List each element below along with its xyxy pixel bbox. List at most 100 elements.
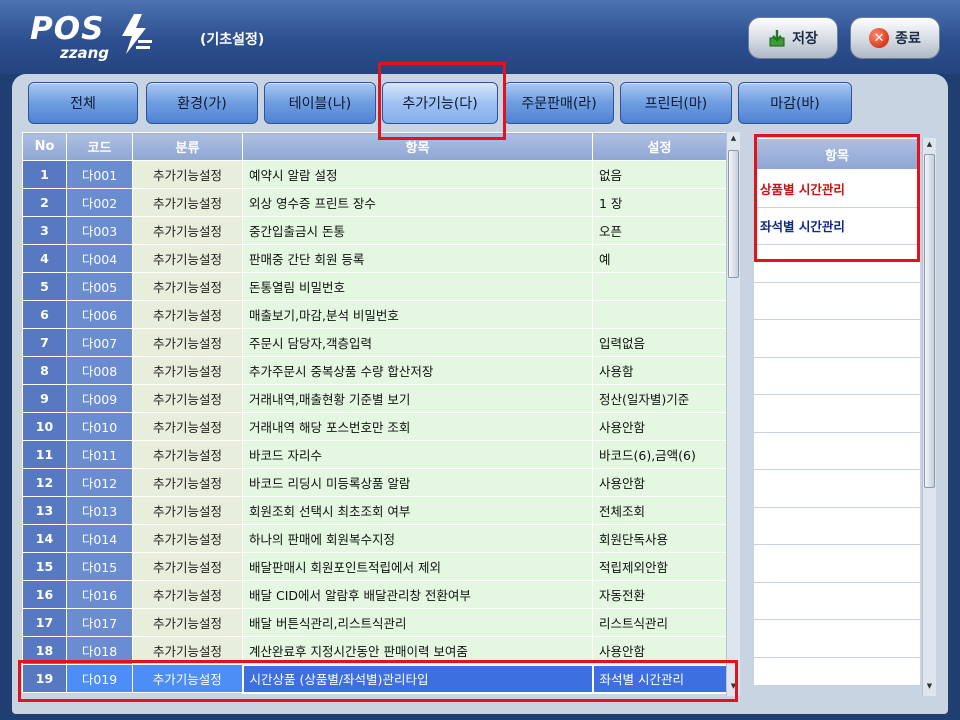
cell-category[interactable]: 추가기능설정 — [132, 496, 243, 525]
table-row[interactable]: 6 다006 추가기능설정 매출보기,마감,분석 비밀번호 — [22, 300, 727, 329]
cell-category[interactable]: 추가기능설정 — [132, 440, 243, 469]
table-row[interactable]: 11 다011 추가기능설정 바코드 자리수 바코드(6),금액(6) — [22, 440, 727, 469]
scroll-up-arrow-icon[interactable]: ▲ — [923, 140, 936, 152]
table-row[interactable]: 18 다018 추가기능설정 계산완료후 지정시간동안 판매이력 보여줌 사용안함 — [22, 636, 727, 665]
table-row[interactable]: 19 다019 추가기능설정 시간상품 (상품별/좌석별)관리타입 좌석별 시간관리 — [22, 663, 728, 694]
cell-category[interactable]: 추가기능설정 — [132, 580, 243, 609]
cell-item[interactable]: 예약시 알람 설정 — [242, 160, 593, 189]
cell-item[interactable]: 추가주문시 중복상품 수량 합산저장 — [242, 356, 593, 385]
option-list-scrollbar[interactable]: ▲ ▼ — [922, 138, 936, 696]
option-item-empty[interactable] — [754, 432, 920, 470]
cell-category[interactable]: 추가기능설정 — [132, 244, 243, 273]
cell-code[interactable]: 다011 — [66, 440, 133, 469]
cell-setting[interactable]: 입력없음 — [592, 328, 727, 357]
table-scrollbar[interactable]: ▲ ▼ — [726, 132, 740, 696]
cell-code[interactable]: 다013 — [66, 496, 133, 525]
cell-no[interactable]: 7 — [22, 328, 67, 357]
cell-no[interactable]: 4 — [22, 244, 67, 273]
cell-category[interactable]: 추가기능설정 — [132, 664, 243, 693]
cell-code[interactable]: 다003 — [66, 216, 133, 245]
cell-setting[interactable]: 오픈 — [592, 216, 727, 245]
cell-no[interactable]: 6 — [22, 300, 67, 329]
cell-item[interactable]: 바코드 리딩시 미등록상품 알람 — [242, 468, 593, 497]
cell-no[interactable]: 15 — [22, 552, 67, 581]
cell-no[interactable]: 19 — [22, 664, 67, 693]
cell-no[interactable]: 8 — [22, 356, 67, 385]
cell-setting[interactable]: 사용안함 — [592, 636, 727, 665]
option-item-product-time[interactable]: 상품별 시간관리 — [754, 170, 920, 208]
cell-no[interactable]: 11 — [22, 440, 67, 469]
cell-item[interactable]: 거래내역 해당 포스번호만 조회 — [242, 412, 593, 441]
cell-code[interactable]: 다017 — [66, 608, 133, 637]
cell-item[interactable]: 하나의 판매에 회원복수지정 — [242, 524, 593, 553]
cell-category[interactable]: 추가기능설정 — [132, 300, 243, 329]
table-scrollbar-thumb[interactable] — [728, 150, 739, 278]
cell-code[interactable]: 다015 — [66, 552, 133, 581]
cell-item[interactable]: 배달판매시 회원포인트적립에서 제외 — [242, 552, 593, 581]
cell-category[interactable]: 추가기능설정 — [132, 636, 243, 665]
save-button[interactable]: 저장 — [748, 17, 838, 59]
cell-category[interactable]: 추가기능설정 — [132, 188, 243, 217]
cell-item[interactable]: 주문시 담당자,객층입력 — [242, 328, 593, 357]
tab-additional-features[interactable]: 추가기능(다) — [382, 82, 498, 124]
cell-no[interactable]: 9 — [22, 384, 67, 413]
column-header-category[interactable]: 분류 — [132, 132, 243, 161]
option-item-empty[interactable] — [754, 582, 920, 620]
cell-setting[interactable]: 좌석별 시간관리 — [591, 663, 728, 694]
cell-no[interactable]: 14 — [22, 524, 67, 553]
cell-code[interactable]: 다019 — [66, 664, 133, 693]
table-row[interactable]: 4 다004 추가기능설정 판매중 간단 회원 등록 예 — [22, 244, 727, 273]
cell-setting[interactable]: 바코드(6),금액(6) — [592, 440, 727, 469]
cell-code[interactable]: 다001 — [66, 160, 133, 189]
option-item-empty[interactable] — [754, 545, 920, 583]
scroll-down-arrow-icon[interactable]: ▼ — [923, 682, 936, 694]
cell-setting[interactable]: 적립제외안함 — [592, 552, 727, 581]
column-header-no[interactable]: No — [22, 132, 67, 161]
cell-category[interactable]: 추가기능설정 — [132, 328, 243, 357]
column-header-code[interactable]: 코드 — [66, 132, 133, 161]
cell-code[interactable]: 다018 — [66, 636, 133, 665]
cell-setting[interactable]: 1 장 — [592, 188, 727, 217]
cell-code[interactable]: 다009 — [66, 384, 133, 413]
option-item-empty[interactable] — [754, 395, 920, 433]
table-row[interactable]: 5 다005 추가기능설정 돈통열림 비밀번호 — [22, 272, 727, 301]
cell-no[interactable]: 10 — [22, 412, 67, 441]
cell-no[interactable]: 2 — [22, 188, 67, 217]
table-row[interactable]: 7 다007 추가기능설정 주문시 담당자,객층입력 입력없음 — [22, 328, 727, 357]
option-item-empty[interactable] — [754, 620, 920, 658]
cell-no[interactable]: 3 — [22, 216, 67, 245]
table-row[interactable]: 2 다002 추가기능설정 외상 영수증 프린트 장수 1 장 — [22, 188, 727, 217]
cell-item[interactable]: 외상 영수증 프린트 장수 — [242, 188, 593, 217]
cell-item[interactable]: 회원조회 선택시 최초조회 여부 — [242, 496, 593, 525]
cell-setting[interactable]: 사용함 — [592, 356, 727, 385]
cell-no[interactable]: 5 — [22, 272, 67, 301]
table-row[interactable]: 13 다013 추가기능설정 회원조회 선택시 최초조회 여부 전체조회 — [22, 496, 727, 525]
cell-code[interactable]: 다006 — [66, 300, 133, 329]
cell-category[interactable]: 추가기능설정 — [132, 524, 243, 553]
cell-code[interactable]: 다007 — [66, 328, 133, 357]
cell-code[interactable]: 다012 — [66, 468, 133, 497]
cell-setting[interactable]: 정산(일자별)기준 — [592, 384, 727, 413]
cell-setting[interactable] — [592, 272, 727, 301]
option-item-empty[interactable] — [754, 470, 920, 508]
tab-environment[interactable]: 환경(가) — [146, 82, 258, 124]
cell-setting[interactable] — [592, 300, 727, 329]
table-row[interactable]: 16 다016 추가기능설정 배달 CID에서 알람후 배달관리창 전환여부 자동전환 — [22, 580, 727, 609]
cell-no[interactable]: 13 — [22, 496, 67, 525]
cell-code[interactable]: 다004 — [66, 244, 133, 273]
cell-item[interactable]: 매출보기,마감,분석 비밀번호 — [242, 300, 593, 329]
option-item-seat-time[interactable]: 좌석별 시간관리 — [754, 207, 920, 245]
cell-item[interactable]: 거래내역,매출현황 기준별 보기 — [242, 384, 593, 413]
tab-all[interactable]: 전체 — [28, 82, 138, 124]
option-item-empty[interactable] — [754, 357, 920, 395]
table-row[interactable]: 8 다008 추가기능설정 추가주문시 중복상품 수량 합산저장 사용함 — [22, 356, 727, 385]
cell-no[interactable]: 17 — [22, 608, 67, 637]
cell-no[interactable]: 1 — [22, 160, 67, 189]
cell-code[interactable]: 다002 — [66, 188, 133, 217]
cell-item[interactable]: 판매중 간단 회원 등록 — [242, 244, 593, 273]
cell-code[interactable]: 다016 — [66, 580, 133, 609]
option-item-empty[interactable] — [754, 320, 920, 358]
cell-setting[interactable]: 회원단독사용 — [592, 524, 727, 553]
cell-item[interactable]: 시간상품 (상품별/좌석별)관리타입 — [241, 663, 594, 694]
tab-printer[interactable]: 프린터(마) — [620, 82, 732, 124]
